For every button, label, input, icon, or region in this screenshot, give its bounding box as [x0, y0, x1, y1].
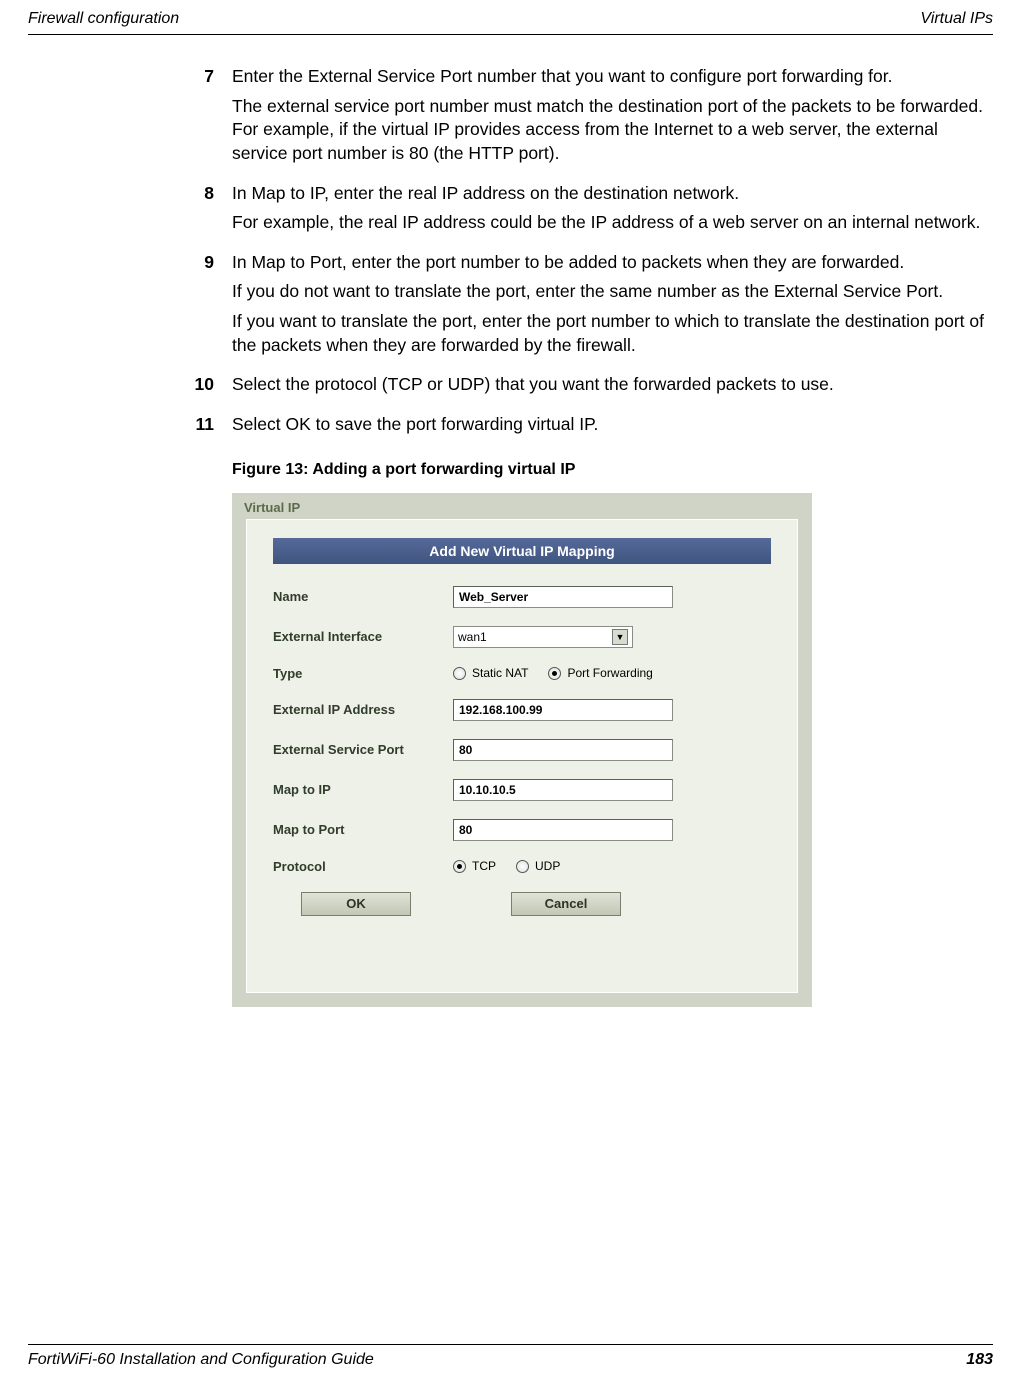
step-body: Select the protocol (TCP or UDP) that yo…: [232, 373, 834, 403]
external-interface-select[interactable]: wan1 ▼: [453, 626, 633, 648]
step-number: 8: [192, 182, 232, 241]
ok-button[interactable]: OK: [301, 892, 411, 916]
external-port-input[interactable]: 80: [453, 739, 673, 761]
protocol-tcp-label: TCP: [472, 859, 496, 873]
step-number: 10: [192, 373, 232, 403]
row-protocol: Protocol TCP UDP: [273, 859, 771, 874]
type-radio-group: Static NAT Port Forwarding: [453, 666, 653, 680]
external-ip-input[interactable]: 192.168.100.99: [453, 699, 673, 721]
protocol-tcp-radio[interactable]: TCP: [453, 859, 496, 873]
step-text: If you want to translate the port, enter…: [232, 310, 993, 357]
step-body: In Map to Port, enter the port number to…: [232, 251, 993, 364]
row-external-interface: External Interface wan1 ▼: [273, 626, 771, 648]
external-ip-label: External IP Address: [273, 702, 453, 717]
protocol-radio-group: TCP UDP: [453, 859, 560, 873]
external-port-label: External Service Port: [273, 742, 453, 757]
protocol-label: Protocol: [273, 859, 453, 874]
type-port-forwarding-radio[interactable]: Port Forwarding: [548, 666, 652, 680]
step-8: 8 In Map to IP, enter the real IP addres…: [192, 182, 993, 241]
figure-caption: Figure 13: Adding a port forwarding virt…: [232, 461, 993, 479]
step-text: Select the protocol (TCP or UDP) that yo…: [232, 373, 834, 397]
radio-icon: [516, 860, 529, 873]
step-body: Enter the External Service Port number t…: [232, 65, 993, 172]
step-text: Enter the External Service Port number t…: [232, 65, 993, 89]
step-7: 7 Enter the External Service Port number…: [192, 65, 993, 172]
row-map-port: Map to Port 80: [273, 819, 771, 841]
radio-icon: [548, 667, 561, 680]
row-external-ip: External IP Address 192.168.100.99: [273, 699, 771, 721]
step-text: Select OK to save the port forwarding vi…: [232, 413, 598, 437]
radio-icon: [453, 667, 466, 680]
cancel-button[interactable]: Cancel: [511, 892, 621, 916]
step-text: For example, the real IP address could b…: [232, 211, 980, 235]
name-label: Name: [273, 589, 453, 604]
row-external-port: External Service Port 80: [273, 739, 771, 761]
radio-icon: [453, 860, 466, 873]
step-number: 7: [192, 65, 232, 172]
external-interface-label: External Interface: [273, 629, 453, 644]
map-port-label: Map to Port: [273, 822, 453, 837]
header-right: Virtual IPs: [920, 10, 993, 28]
step-body: In Map to IP, enter the real IP address …: [232, 182, 980, 241]
step-9: 9 In Map to Port, enter the port number …: [192, 251, 993, 364]
step-text: In Map to Port, enter the port number to…: [232, 251, 993, 275]
panel-tab[interactable]: Virtual IP: [234, 495, 312, 518]
panel: Add New Virtual IP Mapping Name Web_Serv…: [246, 519, 798, 993]
content-area: 7 Enter the External Service Port number…: [28, 35, 993, 1007]
row-type: Type Static NAT Port Forwarding: [273, 666, 771, 681]
step-text: The external service port number must ma…: [232, 95, 993, 166]
map-ip-input[interactable]: 10.10.10.5: [453, 779, 673, 801]
step-body: Select OK to save the port forwarding vi…: [232, 413, 598, 443]
protocol-udp-label: UDP: [535, 859, 560, 873]
page-footer: FortiWiFi-60 Installation and Configurat…: [28, 1344, 993, 1369]
chevron-down-icon: ▼: [612, 629, 628, 645]
row-name: Name Web_Server: [273, 586, 771, 608]
panel-title: Add New Virtual IP Mapping: [273, 538, 771, 564]
external-interface-value: wan1: [458, 630, 487, 644]
protocol-udp-radio[interactable]: UDP: [516, 859, 560, 873]
type-static-nat-label: Static NAT: [472, 666, 528, 680]
page-number: 183: [966, 1351, 993, 1369]
map-port-input[interactable]: 80: [453, 819, 673, 841]
step-text: If you do not want to translate the port…: [232, 280, 993, 304]
row-map-ip: Map to IP 10.10.10.5: [273, 779, 771, 801]
type-port-forwarding-label: Port Forwarding: [567, 666, 652, 680]
step-text: In Map to IP, enter the real IP address …: [232, 182, 980, 206]
button-row: OK Cancel: [273, 892, 771, 916]
footer-title: FortiWiFi-60 Installation and Configurat…: [28, 1351, 374, 1369]
page-header: Firewall configuration Virtual IPs: [28, 0, 993, 35]
step-10: 10 Select the protocol (TCP or UDP) that…: [192, 373, 993, 403]
name-input[interactable]: Web_Server: [453, 586, 673, 608]
step-number: 9: [192, 251, 232, 364]
figure: Virtual IP Add New Virtual IP Mapping Na…: [232, 493, 812, 1007]
step-11: 11 Select OK to save the port forwarding…: [192, 413, 993, 443]
map-ip-label: Map to IP: [273, 782, 453, 797]
header-left: Firewall configuration: [28, 10, 179, 28]
type-static-nat-radio[interactable]: Static NAT: [453, 666, 528, 680]
type-label: Type: [273, 666, 453, 681]
step-number: 11: [192, 413, 232, 443]
